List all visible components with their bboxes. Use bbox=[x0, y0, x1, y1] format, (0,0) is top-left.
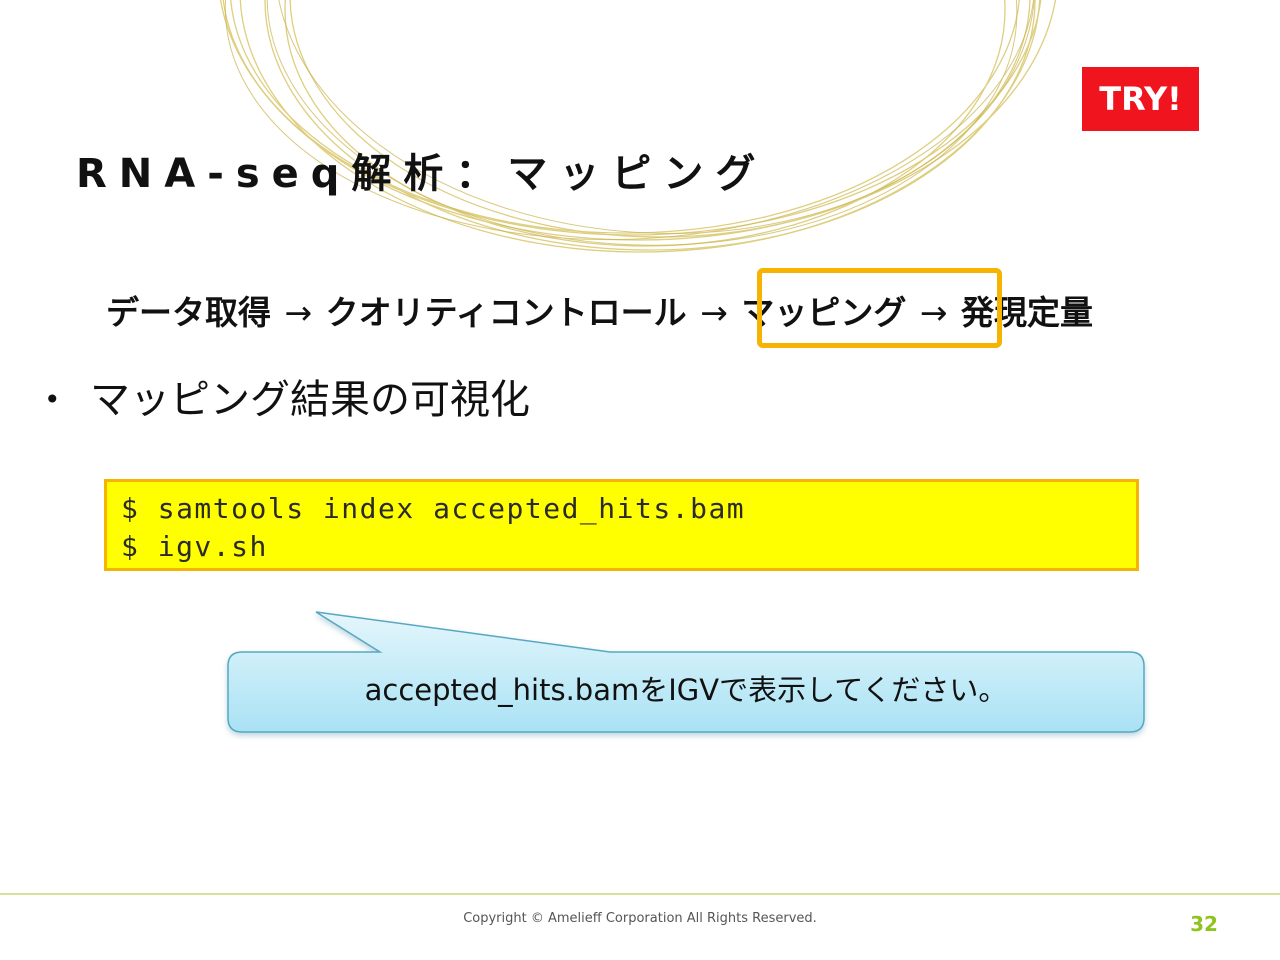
bullet-marker: • bbox=[44, 383, 61, 416]
workflow-step-quality-control: クオリティコントロール bbox=[325, 293, 687, 332]
slide-title: RNA-seq解析：マッピング bbox=[76, 151, 768, 197]
copyright-text: Copyright © Amelieff Corporation All Rig… bbox=[463, 911, 817, 926]
workflow-steps: データ取得 → クオリティコントロール → マッピング → 発現定量 bbox=[106, 290, 1206, 336]
code-line-samtools-index: $ samtools index accepted_hits.bam bbox=[121, 492, 746, 525]
code-line-igv: $ igv.sh bbox=[121, 530, 268, 563]
workflow-step-data-acquisition: データ取得 bbox=[106, 293, 271, 332]
arrow-icon: → bbox=[284, 293, 313, 332]
page-number: 32 bbox=[1190, 912, 1218, 936]
bullet-text: マッピング結果の可視化 bbox=[90, 377, 530, 423]
footer-divider bbox=[0, 893, 1280, 895]
bullet-item: • マッピング結果の可視化 bbox=[44, 372, 530, 428]
try-badge: TRY! bbox=[1082, 67, 1199, 131]
command-code-block: $ samtools index accepted_hits.bam $ igv… bbox=[104, 479, 1139, 571]
arrow-icon: → bbox=[700, 293, 728, 332]
callout-text: accepted_hits.bamをIGVで表示してください。 bbox=[364, 673, 1008, 707]
mapping-highlight-frame bbox=[757, 268, 1002, 348]
